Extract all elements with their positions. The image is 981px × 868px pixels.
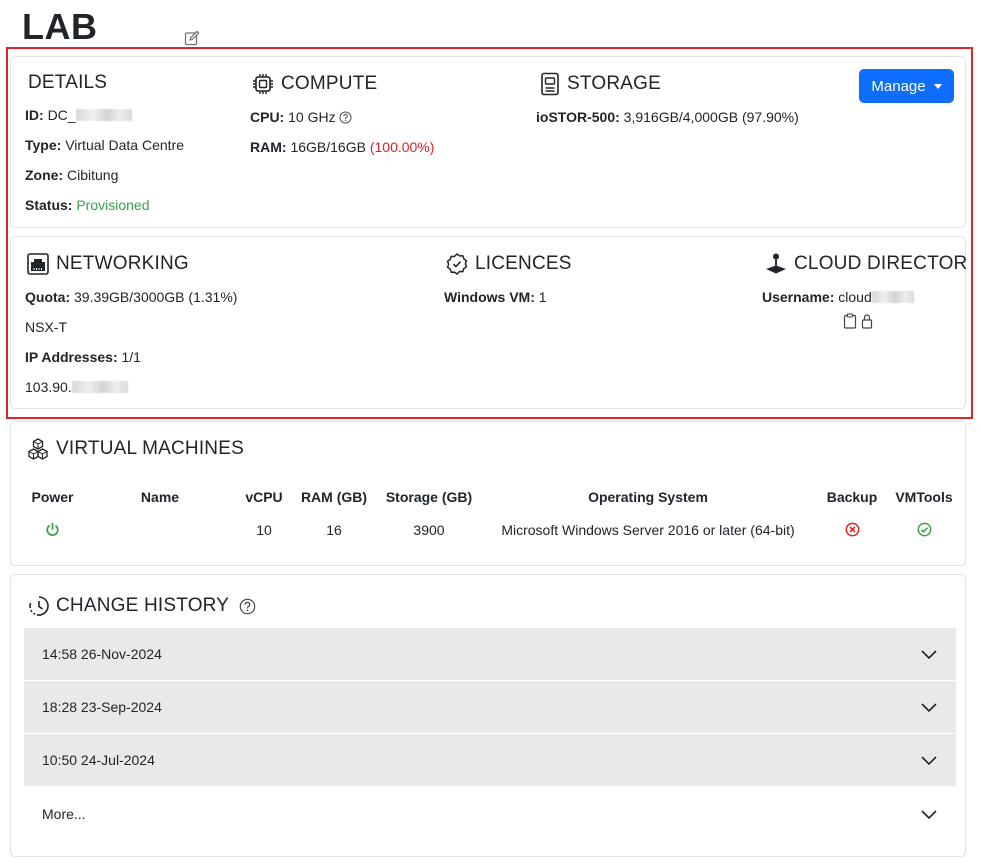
column-header-backup[interactable]: Backup xyxy=(817,486,887,508)
column-header-power[interactable]: Power xyxy=(24,486,81,508)
history-entry[interactable]: 14:58 26-Nov-2024 xyxy=(24,628,956,680)
column-header-name[interactable]: Name xyxy=(81,486,239,508)
history-entry[interactable]: 18:28 23-Sep-2024 xyxy=(24,681,956,733)
vm-name-cell[interactable] xyxy=(81,508,239,540)
help-circle-icon[interactable] xyxy=(239,598,256,615)
history-entry-timestamp: 14:58 26-Nov-2024 xyxy=(42,646,162,662)
vm-table-header: Power Name vCPU RAM (GB) Storage (GB) Op… xyxy=(24,486,961,508)
selection-highlight xyxy=(6,47,973,419)
check-circle-icon xyxy=(917,522,931,537)
history-more[interactable]: More... xyxy=(24,788,956,840)
change-history-heading: CHANGE HISTORY xyxy=(28,595,256,617)
virtual-machines-heading: VIRTUAL MACHINES xyxy=(26,437,244,461)
edit-icon[interactable] xyxy=(184,30,200,46)
error-circle-icon xyxy=(845,522,859,537)
column-header-storage[interactable]: Storage (GB) xyxy=(379,486,479,508)
clock-history-icon xyxy=(29,596,49,616)
vm-power-cell[interactable] xyxy=(24,508,81,540)
chevron-down-icon[interactable] xyxy=(920,751,938,769)
vm-ram-cell: 16 xyxy=(326,522,342,538)
history-more-label: More... xyxy=(42,806,86,822)
vm-table: Power Name vCPU RAM (GB) Storage (GB) Op… xyxy=(24,486,961,540)
chevron-down-icon[interactable] xyxy=(920,698,938,716)
column-header-ram[interactable]: RAM (GB) xyxy=(289,486,379,508)
vm-storage-cell: 3900 xyxy=(413,522,445,538)
vm-backup-cell xyxy=(817,508,887,540)
column-header-vmtools[interactable]: VMTools xyxy=(887,486,961,508)
page-title: LAB xyxy=(22,6,98,47)
vm-os-cell: Microsoft Windows Server 2016 or later (… xyxy=(501,522,795,538)
column-header-os[interactable]: Operating System xyxy=(479,486,817,508)
cubes-icon xyxy=(28,438,48,460)
history-entry-timestamp: 10:50 24-Jul-2024 xyxy=(42,752,155,768)
chevron-down-icon[interactable] xyxy=(920,805,938,823)
history-entry-timestamp: 18:28 23-Sep-2024 xyxy=(42,699,162,715)
table-row[interactable]: 10 16 3900 Microsoft Windows Server 2016… xyxy=(24,508,961,540)
chevron-down-icon[interactable] xyxy=(920,645,938,663)
column-header-vcpu[interactable]: vCPU xyxy=(239,486,289,508)
vm-vcpu-cell: 10 xyxy=(256,522,272,538)
virtual-machines-heading-label: VIRTUAL MACHINES xyxy=(56,438,244,459)
change-history-heading-label: CHANGE HISTORY xyxy=(56,595,230,616)
history-entry[interactable]: 10:50 24-Jul-2024 xyxy=(24,734,956,786)
vm-vmtools-cell xyxy=(887,508,961,540)
power-icon[interactable] xyxy=(45,522,60,537)
